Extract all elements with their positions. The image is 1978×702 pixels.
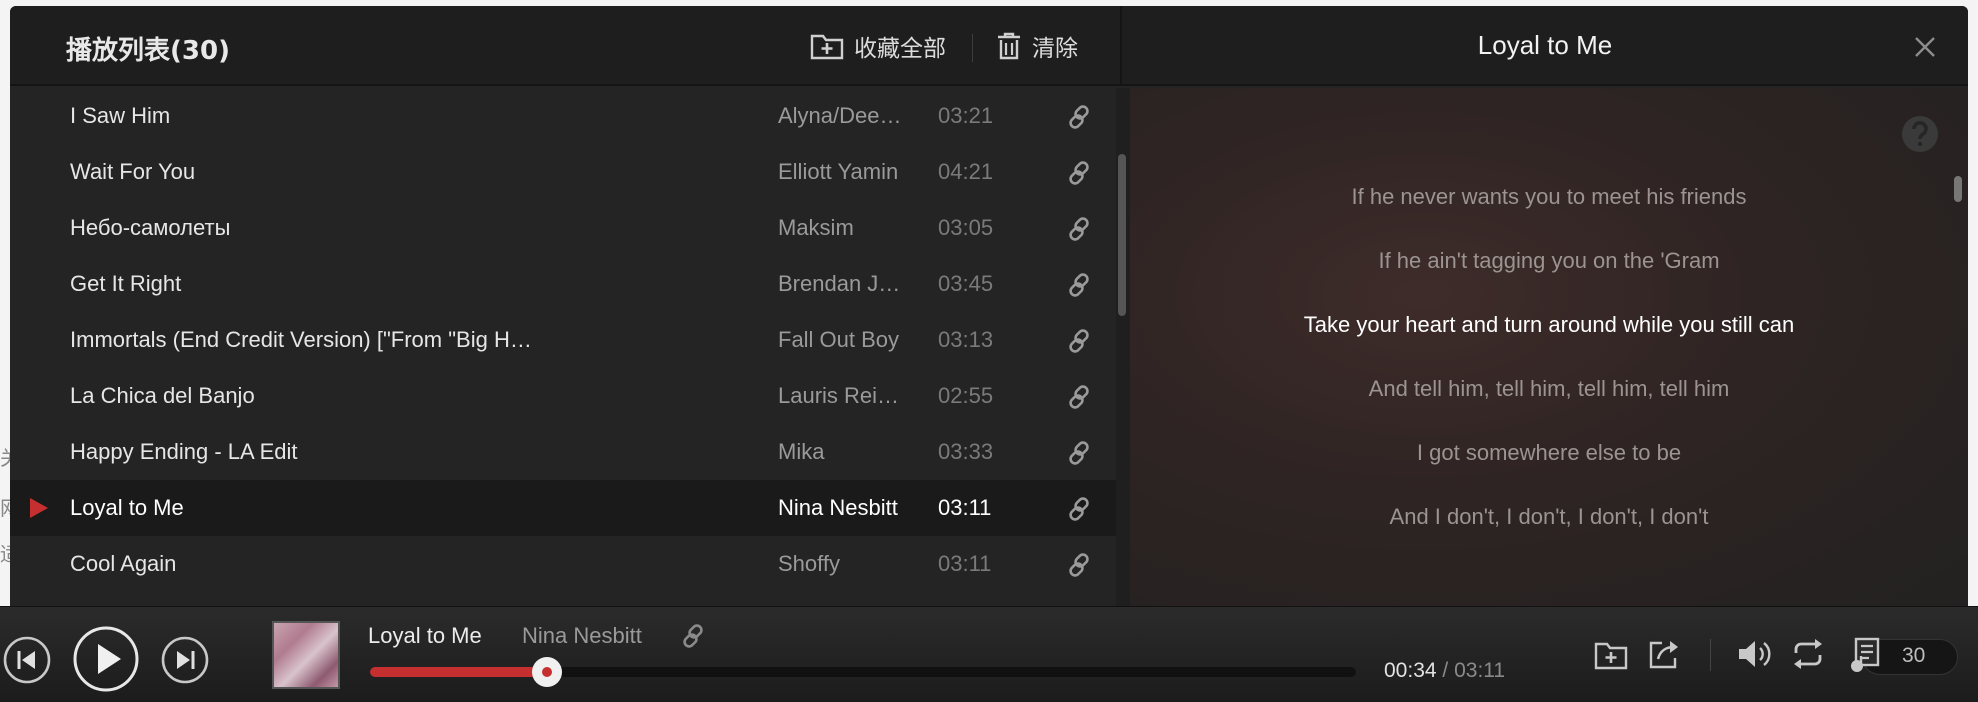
song-duration: 03:11 (938, 495, 992, 520)
lyrics-song-title: Loyal to Me (1477, 30, 1613, 60)
playlist-icon[interactable] (1848, 635, 1886, 675)
song-row[interactable]: Wait For You Elliott Yamin 04:21 (10, 144, 1116, 200)
song-artist: Shoffy (778, 551, 840, 576)
volume-icon[interactable] (1736, 637, 1772, 671)
song-row[interactable]: Небо-самолеты Maksim 03:05 (10, 200, 1116, 256)
total-time: 03:11 (1454, 659, 1506, 682)
link-icon[interactable] (1066, 384, 1092, 410)
song-name: Get It Right (70, 271, 182, 296)
song-name: Happy Ending - LA Edit (70, 439, 298, 464)
song-duration: 03:13 (938, 327, 994, 352)
song-row[interactable]: I Saw Him Alyna/Dee… 03:21 (10, 88, 1116, 144)
song-row[interactable]: La Chica del Banjo Lauris Rei… 02:55 (10, 368, 1116, 424)
question-icon[interactable] (1900, 114, 1940, 154)
song-name: Небо-самолеты (70, 215, 231, 240)
playlist-count: 30 (1902, 644, 1926, 667)
panel-header: 播放列表(30) 收藏全部 清除 Loyal to Me (10, 6, 1968, 86)
playlist-panel: 播放列表(30) 收藏全部 清除 Loyal to Me I Saw Him Al… (10, 6, 1968, 606)
link-icon[interactable] (1066, 160, 1092, 186)
time-display: 00:34 / 03:11 (1384, 659, 1505, 683)
play-button[interactable] (72, 625, 140, 693)
play-triangle-icon (30, 498, 48, 518)
song-duration: 04:21 (938, 159, 994, 184)
lyric-line-current: Take your heart and turn around while yo… (1303, 312, 1795, 337)
progress-fill (370, 667, 548, 677)
next-button[interactable] (160, 635, 210, 685)
share-icon[interactable] (1648, 637, 1682, 671)
song-duration: 03:05 (938, 215, 994, 240)
song-duration: 02:55 (938, 383, 994, 408)
link-icon[interactable] (1066, 104, 1092, 130)
current-time: 00:34 (1384, 659, 1437, 682)
progress-knob[interactable] (532, 657, 563, 687)
album-cover[interactable] (272, 621, 340, 689)
time-separator: / (1442, 659, 1449, 682)
clear-button[interactable]: 清除 (996, 28, 1078, 64)
player-bar: Loyal to Me Nina Nesbitt 00:34 / 03:11 3… (0, 606, 1978, 702)
lyric-line: And I don't, I don't, I don't, I don't (1389, 504, 1709, 529)
link-icon[interactable] (680, 623, 706, 649)
song-name: I Saw Him (70, 103, 171, 128)
song-row[interactable]: Happy Ending - LA Edit Mika 03:33 (10, 424, 1116, 480)
song-duration: 03:21 (938, 103, 994, 128)
song-list-scroll-thumb[interactable] (1118, 154, 1126, 316)
previous-button[interactable] (2, 635, 52, 685)
song-duration: 03:45 (938, 271, 994, 296)
collect-all-label: 收藏全部 (854, 36, 946, 62)
song-row[interactable]: Get It Right Brendan J… 03:45 (10, 256, 1116, 312)
folder-plus-icon (810, 34, 844, 60)
close-icon[interactable] (1910, 32, 1940, 62)
song-list: I Saw Him Alyna/Dee… 03:21 Wait For You Elli… (10, 88, 1116, 606)
progress-bar[interactable] (370, 657, 1356, 687)
link-icon[interactable] (1066, 272, 1092, 298)
lyric-line: If he never wants you to meet his friend… (1351, 184, 1747, 209)
song-name: Wait For You (70, 159, 196, 184)
song-artist: Fall Out Boy (778, 327, 900, 352)
song-artist: Nina Nesbitt (778, 495, 898, 520)
song-artist: Brendan J… (778, 271, 901, 296)
playlist-title: 播放列表(30) (66, 36, 230, 66)
song-artist: Lauris Rei… (778, 383, 900, 408)
song-duration: 03:11 (938, 551, 992, 576)
lyrics-pane: If he never wants you to meet his friend… (1130, 88, 1968, 606)
song-artist: Elliott Yamin (778, 159, 899, 184)
song-name: La Chica del Banjo (70, 383, 255, 408)
player-separator (1710, 639, 1711, 671)
now-playing-title[interactable]: Loyal to Me (368, 623, 482, 649)
now-playing-artist[interactable]: Nina Nesbitt (522, 623, 642, 649)
link-icon[interactable] (1066, 496, 1092, 522)
header-separator (972, 34, 973, 62)
trash-icon (998, 32, 1020, 60)
collect-all-button[interactable]: 收藏全部 (810, 28, 946, 64)
song-row[interactable]: Loyal to Me Nina Nesbitt 03:11 (10, 480, 1116, 536)
lyric-line: And tell him, tell him, tell him, tell h… (1368, 376, 1730, 401)
song-duration: 03:33 (938, 439, 994, 464)
link-icon[interactable] (1066, 216, 1092, 242)
song-row[interactable]: Cool Again Shoffy 03:11 (10, 536, 1116, 592)
song-row[interactable]: Immortals (End Credit Version) ["From "B… (10, 312, 1116, 368)
song-artist: Mika (778, 439, 825, 464)
folder-plus-icon[interactable] (1594, 639, 1628, 671)
lyrics-scroll-thumb[interactable] (1954, 176, 1962, 202)
song-name: Loyal to Me (70, 495, 184, 520)
link-icon[interactable] (1066, 440, 1092, 466)
repeat-icon[interactable] (1790, 637, 1826, 671)
song-name: Immortals (End Credit Version) ["From "B… (70, 327, 532, 352)
lyric-line: If he ain't tagging you on the 'Gram (1378, 248, 1720, 273)
song-artist: Alyna/Dee… (778, 103, 902, 128)
link-icon[interactable] (1066, 328, 1092, 354)
song-artist: Maksim (778, 215, 854, 240)
clear-label: 清除 (1032, 36, 1078, 62)
lyric-line: I got somewhere else to be (1416, 440, 1682, 465)
song-name: Cool Again (70, 551, 177, 576)
link-icon[interactable] (1066, 552, 1092, 578)
